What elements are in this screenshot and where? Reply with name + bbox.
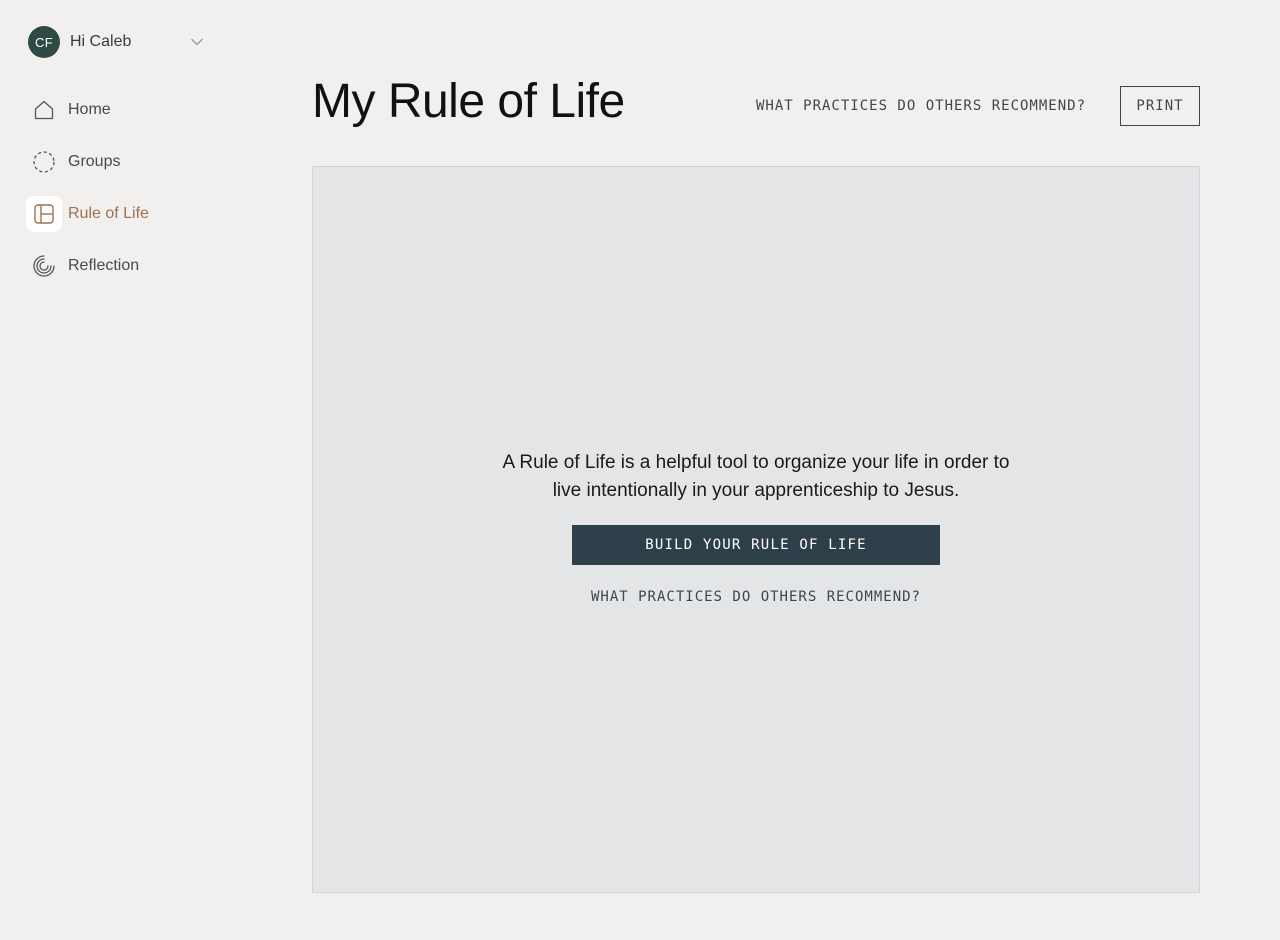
recommend-practices-link-secondary[interactable]: WHAT PRACTICES DO OTHERS RECOMMEND?: [591, 589, 921, 605]
sidebar-item-label: Home: [68, 101, 111, 118]
rule-of-life-panel: A Rule of Life is a helpful tool to orga…: [312, 166, 1200, 893]
sidebar-item-groups[interactable]: Groups: [26, 144, 246, 180]
sidebar-item-label: Reflection: [68, 257, 140, 274]
spiral-icon: [26, 248, 62, 284]
sidebar-item-rule-of-life[interactable]: Rule of Life: [26, 196, 246, 232]
empty-state: A Rule of Life is a helpful tool to orga…: [313, 449, 1199, 605]
sidebar: CF Hi Caleb Home Groups Rule of Life Ref…: [0, 0, 260, 940]
sidebar-item-reflection[interactable]: Reflection: [26, 248, 246, 284]
page-title: My Rule of Life: [312, 75, 625, 128]
sidebar-item-label: Rule of Life: [68, 205, 149, 222]
avatar: CF: [28, 26, 60, 58]
dashed-circle-icon: [26, 144, 62, 180]
user-menu[interactable]: CF Hi Caleb: [28, 26, 204, 58]
sidebar-nav: Home Groups Rule of Life Reflection: [26, 92, 246, 300]
print-button[interactable]: PRINT: [1120, 86, 1200, 126]
user-greeting: Hi Caleb: [70, 33, 132, 50]
recommend-practices-link[interactable]: WHAT PRACTICES DO OTHERS RECOMMEND?: [756, 98, 1086, 114]
layout-icon: [26, 196, 62, 232]
intro-text: A Rule of Life is a helpful tool to orga…: [502, 452, 1010, 501]
chevron-down-icon[interactable]: [190, 35, 204, 49]
home-icon: [26, 92, 62, 128]
sidebar-item-home[interactable]: Home: [26, 92, 246, 128]
avatar-initials: CF: [35, 34, 53, 50]
sidebar-item-label: Groups: [68, 153, 121, 170]
build-rule-of-life-button[interactable]: BUILD YOUR RULE OF LIFE: [572, 525, 940, 565]
